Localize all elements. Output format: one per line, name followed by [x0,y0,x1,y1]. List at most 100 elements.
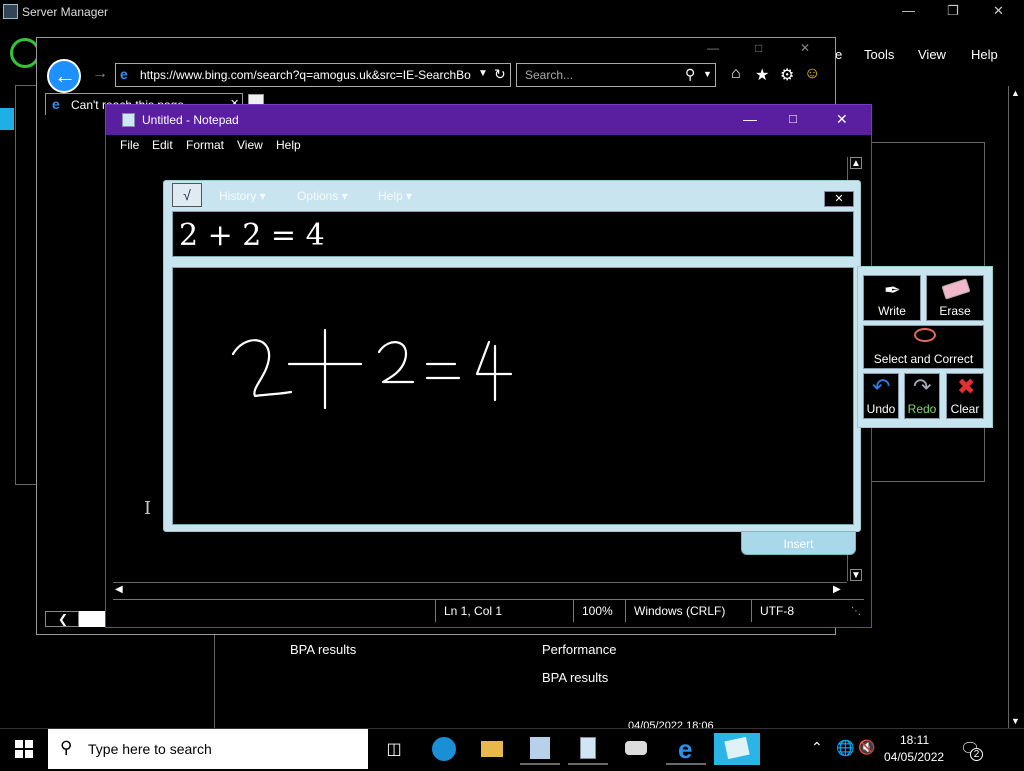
math-menu-help[interactable]: Help ▾ [378,189,412,203]
remote-app-taskbar-icon[interactable] [616,733,656,765]
redo-button[interactable]: ↷ Redo [904,373,940,419]
notepad-close-icon[interactable]: ✕ [836,111,848,128]
ie-minimize-icon[interactable]: — [707,41,719,55]
notepad-menu-edit[interactable]: Edit [152,138,173,152]
windows-logo-icon [15,740,33,758]
math-menu-options[interactable]: Options ▾ [297,189,348,203]
notepad-maximize-icon[interactable]: □ [789,111,797,126]
smiley-icon[interactable]: ☺ [804,65,820,83]
server-manager-scrollbar[interactable]: ▲ ▼ [1008,86,1022,728]
remote-app-logo [625,741,647,755]
clock-date[interactable]: 04/05/2022 [884,750,944,764]
favorites-icon[interactable]: ★ [755,65,769,85]
ie-taskbar-logo: e [678,734,693,764]
start-button[interactable] [0,729,48,769]
notepad-icon [122,113,135,127]
ie-scroll-track[interactable] [79,611,105,627]
server-manager-left-frame [15,85,37,485]
notepad-hscrollbar[interactable]: ◀ ▶ [113,582,847,598]
notepad-menu-help[interactable]: Help [276,138,301,152]
eraser-icon [941,278,971,300]
scroll-right-icon[interactable]: ▶ [833,584,841,595]
partial-timestamp: 04/05/2022 18:06 [628,720,714,728]
taskbar: ⚲ Type here to search ◫ e ⌃ 🌐 🔇 18:11 04… [0,728,1024,771]
notepad-minimize-icon[interactable]: — [743,111,757,127]
handwriting-ink [231,328,513,410]
search-box[interactable]: Search... ⚲ ▼ [516,63,716,87]
performance-link[interactable]: Performance [542,642,616,657]
scroll-down-icon[interactable]: ▼ [1011,716,1020,726]
scroll-down-icon[interactable]: ▼ [850,569,862,581]
server-manager-menu-manage[interactable]: e [835,47,842,62]
status-line-endings: Windows (CRLF) [625,600,751,622]
scroll-left-icon[interactable]: ◀ [115,584,123,595]
search-input[interactable]: Search... [525,68,573,82]
insert-button[interactable]: Insert [741,531,856,555]
server-manager-icon [3,4,18,19]
scroll-up-icon[interactable]: ▲ [1011,88,1020,98]
taskbar-search-input[interactable]: Type here to search [88,741,212,757]
maximize-icon[interactable]: ❐ [947,3,959,19]
ie-close-icon[interactable]: ✕ [800,41,810,55]
address-dropdown-icon[interactable]: ▼ [478,68,488,79]
undo-button[interactable]: ↶ Undo [863,373,899,419]
math-preview: 2 + 2 = 4 [172,211,854,257]
select-correct-button[interactable]: Select and Correct [863,325,984,369]
notepad-menu-format[interactable]: Format [186,138,224,152]
redo-icon: ↷ [913,374,932,399]
resize-grip-icon[interactable]: ⋱ [851,606,861,617]
network-icon[interactable]: 🌐 [836,739,855,757]
forward-icon[interactable]: → [92,65,108,83]
undo-icon: ↶ [872,374,891,399]
close-icon[interactable]: ✕ [993,3,1004,19]
search-dropdown-icon[interactable]: ▼ [703,69,712,79]
notification-badge: 2 [970,748,983,761]
clock-time[interactable]: 18:11 [900,733,929,747]
ie-maximize-icon[interactable]: □ [755,41,762,55]
bpa-results-1[interactable]: BPA results [290,642,356,657]
write-label: Write [878,304,906,318]
edge-logo [432,737,456,761]
ie-taskbar-icon[interactable]: e [666,733,706,765]
back-arrow-icon: ← [54,63,76,88]
notepad-taskbar-icon[interactable] [568,733,608,765]
minimize-icon[interactable]: — [902,3,915,18]
file-explorer-icon[interactable] [472,733,512,765]
write-button[interactable]: ✒ Write [863,275,921,321]
edge-icon[interactable] [424,733,464,765]
address-text[interactable]: https://www.bing.com/search?q=amogus.uk&… [140,68,472,82]
pen-icon: ✒ [884,280,901,302]
ie-scroll-left[interactable]: ❮ [45,611,79,627]
math-preview-text: 2 + 2 = 4 [179,218,325,253]
notepad-menu-file[interactable]: File [120,138,139,152]
server-manager-taskbar-icon[interactable] [520,733,560,765]
notepad-statusbar: Ln 1, Col 1 100% Windows (CRLF) UTF-8 ⋱ [113,599,864,622]
erase-button[interactable]: Erase [926,275,984,321]
handwriting-canvas[interactable] [172,267,854,525]
search-icon[interactable]: ⚲ [685,66,695,83]
ie-tab-icon: e [52,96,60,112]
address-bar[interactable]: e https://www.bing.com/search?q=amogus.u… [115,63,511,87]
refresh-icon[interactable]: ↻ [494,66,506,83]
notepad-menu-view[interactable]: View [237,138,263,152]
bpa-results-2[interactable]: BPA results [542,670,608,685]
server-manager-menu-tools[interactable]: Tools [864,47,894,62]
home-icon[interactable]: ⌂ [731,65,741,83]
taskbar-search[interactable]: ⚲ Type here to search [48,729,368,769]
settings-gear-icon[interactable]: ⚙ [780,65,794,85]
math-close-button[interactable]: ✕ [824,191,854,207]
back-button[interactable]: ← [47,59,81,93]
server-manager-menu-view[interactable]: View [918,47,946,62]
server-manager-sidebar-highlight [0,108,14,130]
status-position: Ln 1, Col 1 [435,600,573,622]
notepad-logo [580,737,596,759]
chevron-up-icon[interactable]: ⌃ [811,739,823,756]
math-panel-taskbar-icon[interactable] [714,733,760,765]
task-view-icon[interactable]: ◫ [374,739,414,771]
volume-muted-icon[interactable]: 🔇 [858,739,875,756]
clear-button[interactable]: ✖ Clear [946,373,984,419]
math-menu-options-label: Options [297,189,339,203]
scroll-up-icon[interactable]: ▲ [850,157,862,169]
server-manager-menu-help[interactable]: Help [971,47,998,62]
math-menu-history[interactable]: History ▾ [219,189,266,203]
